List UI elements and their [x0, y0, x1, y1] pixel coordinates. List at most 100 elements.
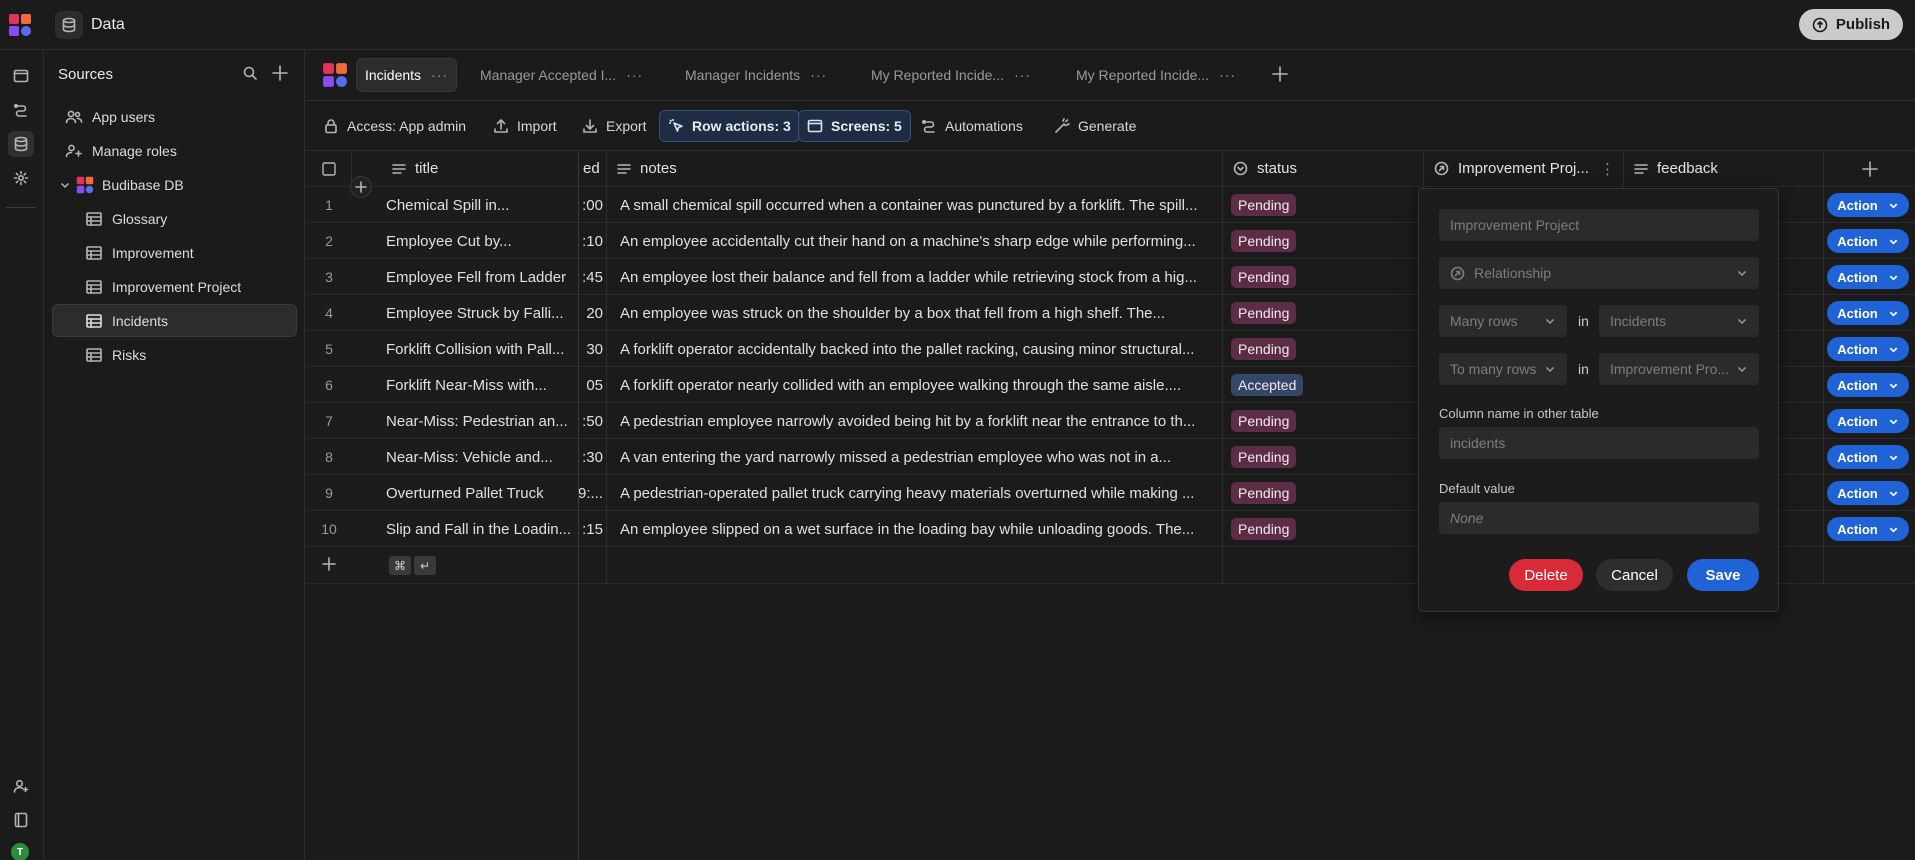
row-actions-button[interactable]: Row actions: 3: [659, 110, 800, 142]
add-source-icon[interactable]: [271, 64, 289, 82]
column-name-other-input[interactable]: incidents: [1439, 427, 1759, 459]
sidebar-item-manage-roles[interactable]: Manage roles: [52, 134, 297, 167]
row-action-button[interactable]: Action: [1827, 409, 1909, 433]
automations-button[interactable]: Automations: [913, 110, 1031, 142]
row-action-button[interactable]: Action: [1827, 481, 1909, 505]
cell-date[interactable]: :00: [579, 187, 605, 223]
column-header-title[interactable]: title: [352, 151, 579, 187]
access-button[interactable]: Access: App admin: [315, 110, 474, 142]
rail-automations[interactable]: [8, 97, 34, 123]
cell-notes[interactable]: An employee accidentally cut their hand …: [620, 223, 1216, 259]
cell-date[interactable]: :10: [579, 223, 605, 259]
relationship-left-select[interactable]: Many rows: [1439, 305, 1567, 337]
avatar[interactable]: T: [11, 843, 29, 860]
cell-title[interactable]: Forklift Near-Miss with...: [386, 367, 576, 403]
cell-date[interactable]: :15: [579, 511, 605, 547]
cell-status[interactable]: Pending: [1231, 511, 1416, 547]
cell-title[interactable]: Slip and Fall in the Loadin...: [386, 511, 576, 547]
row-action-button[interactable]: Action: [1827, 229, 1909, 253]
cell-status[interactable]: Pending: [1231, 331, 1416, 367]
cell-notes[interactable]: A small chemical spill occurred when a c…: [620, 187, 1216, 223]
cell-status[interactable]: Pending: [1231, 187, 1416, 223]
more-icon[interactable]: ···: [1219, 67, 1236, 83]
row-action-button[interactable]: Action: [1827, 193, 1909, 217]
column-name-input[interactable]: Improvement Project: [1439, 209, 1759, 241]
cell-notes[interactable]: An employee was struck on the shoulder b…: [620, 295, 1216, 331]
save-button[interactable]: Save: [1687, 559, 1759, 591]
more-icon[interactable]: ···: [626, 67, 643, 83]
more-icon[interactable]: ···: [431, 67, 448, 83]
cell-notes[interactable]: A forklift operator accidentally backed …: [620, 331, 1216, 367]
publish-button[interactable]: Publish: [1799, 9, 1903, 40]
rail-data[interactable]: [8, 131, 34, 157]
rail-settings[interactable]: [8, 165, 34, 191]
column-header-feedback[interactable]: feedback: [1624, 151, 1824, 187]
sidebar-item-budibase-db[interactable]: Budibase DB: [52, 168, 297, 201]
rail-invite-users[interactable]: [8, 773, 34, 799]
tab-manager-accepted[interactable]: Manager Accepted I... ···: [472, 58, 651, 92]
generate-button[interactable]: Generate: [1046, 110, 1144, 142]
cancel-button[interactable]: Cancel: [1596, 559, 1673, 591]
column-header-status[interactable]: status: [1223, 151, 1424, 187]
table-right-select[interactable]: Improvement Pro...: [1599, 353, 1759, 385]
default-value-input[interactable]: None: [1439, 502, 1759, 534]
tab-my-reported-2[interactable]: My Reported Incide... ···: [1068, 58, 1244, 92]
cell-title[interactable]: Chemical Spill in...: [386, 187, 576, 223]
new-row-add-icon[interactable]: [322, 557, 336, 571]
cell-title[interactable]: Near-Miss: Vehicle and...: [386, 439, 576, 475]
cell-title[interactable]: Employee Cut by...: [386, 223, 576, 259]
sidebar-item-glossary[interactable]: Glossary: [52, 202, 297, 235]
row-action-button[interactable]: Action: [1827, 445, 1909, 469]
tab-incidents[interactable]: Incidents ···: [356, 58, 458, 92]
select-all-checkbox[interactable]: [321, 161, 336, 176]
budibase-logo-icon[interactable]: [8, 13, 32, 37]
more-icon[interactable]: ···: [1014, 67, 1031, 83]
delete-button[interactable]: Delete: [1509, 559, 1583, 591]
sidebar-item-improvement-project[interactable]: Improvement Project: [52, 270, 297, 303]
table-left-select[interactable]: Incidents: [1599, 305, 1759, 337]
cell-notes[interactable]: A pedestrian-operated pallet truck carry…: [620, 475, 1216, 511]
cell-status[interactable]: Pending: [1231, 475, 1416, 511]
cell-date[interactable]: 05: [579, 367, 605, 403]
cell-status[interactable]: Pending: [1231, 439, 1416, 475]
cell-notes[interactable]: An employee lost their balance and fell …: [620, 259, 1216, 295]
cell-status[interactable]: Pending: [1231, 223, 1416, 259]
screens-button[interactable]: Screens: 5: [798, 110, 911, 142]
cell-date[interactable]: 9:...: [579, 475, 605, 511]
import-button[interactable]: Import: [485, 110, 565, 142]
row-action-button[interactable]: Action: [1827, 301, 1909, 325]
cell-title[interactable]: Overturned Pallet Truck: [386, 475, 576, 511]
cell-date[interactable]: 30: [579, 331, 605, 367]
add-row-icon[interactable]: [350, 176, 372, 198]
relationship-right-select[interactable]: To many rows: [1439, 353, 1567, 385]
row-action-button[interactable]: Action: [1827, 337, 1909, 361]
row-action-button[interactable]: Action: [1827, 265, 1909, 289]
cell-status[interactable]: Accepted: [1231, 367, 1416, 403]
column-type-select[interactable]: Relationship: [1439, 257, 1759, 289]
sidebar-item-app-users[interactable]: App users: [52, 100, 297, 133]
column-menu-icon[interactable]: ⋮: [1600, 160, 1615, 178]
cell-title[interactable]: Near-Miss: Pedestrian an...: [386, 403, 576, 439]
add-view-icon[interactable]: [1270, 64, 1290, 84]
tab-my-reported-1[interactable]: My Reported Incide... ···: [863, 58, 1039, 92]
chevron-down-icon[interactable]: [59, 179, 71, 191]
cell-date[interactable]: :50: [579, 403, 605, 439]
tab-manager-incidents[interactable]: Manager Incidents ···: [677, 58, 835, 92]
more-icon[interactable]: ···: [810, 67, 827, 83]
export-button[interactable]: Export: [574, 110, 654, 142]
cell-title[interactable]: Employee Struck by Falli...: [386, 295, 576, 331]
cell-title[interactable]: Forklift Collision with Pall...: [386, 331, 576, 367]
cell-date[interactable]: :30: [579, 439, 605, 475]
rail-design[interactable]: [8, 63, 34, 89]
sidebar-item-incidents[interactable]: Incidents: [52, 304, 297, 337]
cell-date[interactable]: 20: [579, 295, 605, 331]
rail-docs[interactable]: [8, 807, 34, 833]
cell-notes[interactable]: An employee slipped on a wet surface in …: [620, 511, 1216, 547]
cell-notes[interactable]: A pedestrian employee narrowly avoided b…: [620, 403, 1216, 439]
cell-notes[interactable]: A forklift operator nearly collided with…: [620, 367, 1216, 403]
search-icon[interactable]: [242, 65, 258, 81]
cell-date[interactable]: :45: [579, 259, 605, 295]
column-header-date[interactable]: ed: [579, 151, 607, 187]
add-column-header[interactable]: [1824, 151, 1915, 187]
column-header-improvement-project[interactable]: Improvement Proj... ⋮: [1424, 151, 1624, 187]
